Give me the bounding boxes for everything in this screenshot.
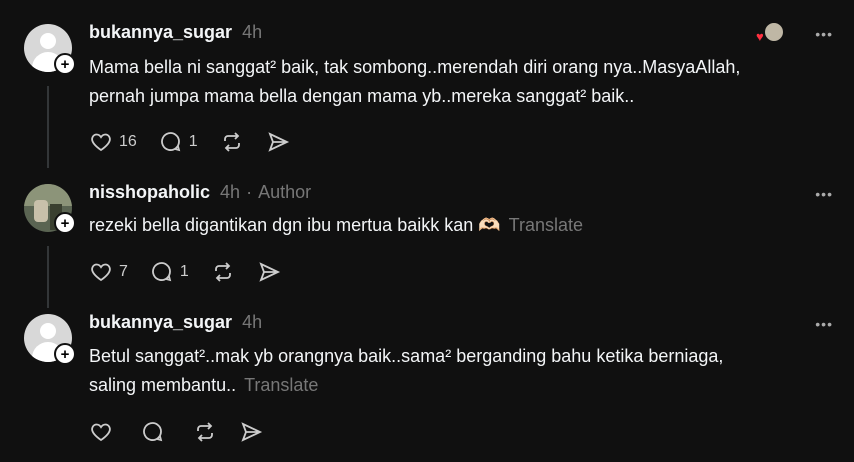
post-header: nisshopaholic 4h · Author: [89, 182, 311, 203]
reply-button[interactable]: 1: [150, 260, 189, 284]
comment-icon: [143, 422, 163, 442]
username[interactable]: bukannya_sugar: [89, 312, 232, 332]
follow-plus-icon[interactable]: +: [54, 53, 76, 75]
heart-icon: [91, 133, 111, 152]
translate-link[interactable]: Translate: [509, 215, 583, 235]
reply-button[interactable]: [141, 420, 171, 444]
reply-count: 1: [179, 263, 189, 280]
like-button[interactable]: [89, 420, 119, 444]
heart-icon: ♥: [756, 29, 764, 44]
reply-button[interactable]: 1: [159, 130, 198, 154]
post-actions: [89, 420, 285, 444]
repost-button[interactable]: [211, 260, 235, 284]
more-options-icon[interactable]: •••: [815, 316, 833, 332]
send-icon: [241, 422, 263, 442]
thread-line: [47, 86, 49, 168]
thread-post: + bukannya_sugar 4h ♥ ••• Mama bella ni s…: [0, 0, 854, 170]
follow-plus-icon[interactable]: +: [54, 343, 76, 365]
post-text-line: Mama bella ni sanggat² baik, tak sombong…: [89, 57, 741, 77]
heart-icon: [91, 423, 111, 442]
timestamp: 4h: [242, 22, 263, 42]
post-text-line: rezeki bella digantikan dgn ibu mertua b…: [89, 215, 501, 235]
repost-icon: [197, 422, 213, 442]
post-text: Betul sanggat²..mak yb orangnya baik..sa…: [89, 342, 723, 400]
thread-line: [47, 246, 49, 308]
author-badge: Author: [258, 182, 312, 202]
like-button[interactable]: 7: [89, 260, 128, 284]
repost-icon: [223, 132, 240, 152]
post-header: bukannya_sugar 4h: [89, 22, 262, 43]
share-button[interactable]: [239, 420, 263, 444]
like-count: 16: [119, 133, 137, 150]
username[interactable]: bukannya_sugar: [89, 22, 232, 42]
comment-icon: [152, 262, 172, 282]
send-icon: [259, 262, 280, 282]
follow-plus-icon[interactable]: +: [54, 212, 76, 234]
heart-icon: [91, 263, 111, 282]
repost-button[interactable]: [220, 130, 244, 154]
share-button[interactable]: [266, 130, 290, 154]
post-text-line: saling membantu..: [89, 375, 237, 395]
repost-button[interactable]: [193, 420, 217, 444]
more-options-icon[interactable]: •••: [815, 186, 833, 202]
reply-count: 1: [188, 133, 198, 150]
repost-icon: [214, 262, 231, 282]
separator: ·: [246, 182, 253, 202]
send-icon: [268, 132, 289, 152]
timestamp: 4h: [220, 182, 241, 202]
liker-avatar: [764, 22, 784, 42]
like-button[interactable]: 16: [89, 130, 137, 154]
thread-post: + nisshopaholic 4h · Author ••• rezeki bell…: [0, 170, 854, 310]
post-text: Mama bella ni sanggat² baik, tak sombong…: [89, 53, 740, 111]
timestamp: 4h: [242, 312, 263, 332]
share-button[interactable]: [257, 260, 281, 284]
post-text-line: pernah jumpa mama bella dengan mama yb..…: [89, 86, 635, 106]
comment-icon: [160, 132, 181, 152]
post-text: rezeki bella digantikan dgn ibu mertua b…: [89, 211, 583, 240]
post-text-line: Betul sanggat²..mak yb orangnya baik..sa…: [89, 346, 724, 366]
liked-by-avatars[interactable]: ♥: [754, 22, 784, 44]
post-header: bukannya_sugar 4h: [89, 312, 262, 333]
username[interactable]: nisshopaholic: [89, 182, 210, 202]
thread-post: + bukannya_sugar 4h ••• Betul sanggat²..m…: [0, 310, 854, 462]
translate-link[interactable]: Translate: [244, 375, 318, 395]
more-options-icon[interactable]: •••: [815, 26, 833, 42]
like-count: 7: [119, 263, 128, 280]
post-actions: 16 1: [89, 130, 312, 154]
post-actions: 7 1: [89, 260, 303, 284]
